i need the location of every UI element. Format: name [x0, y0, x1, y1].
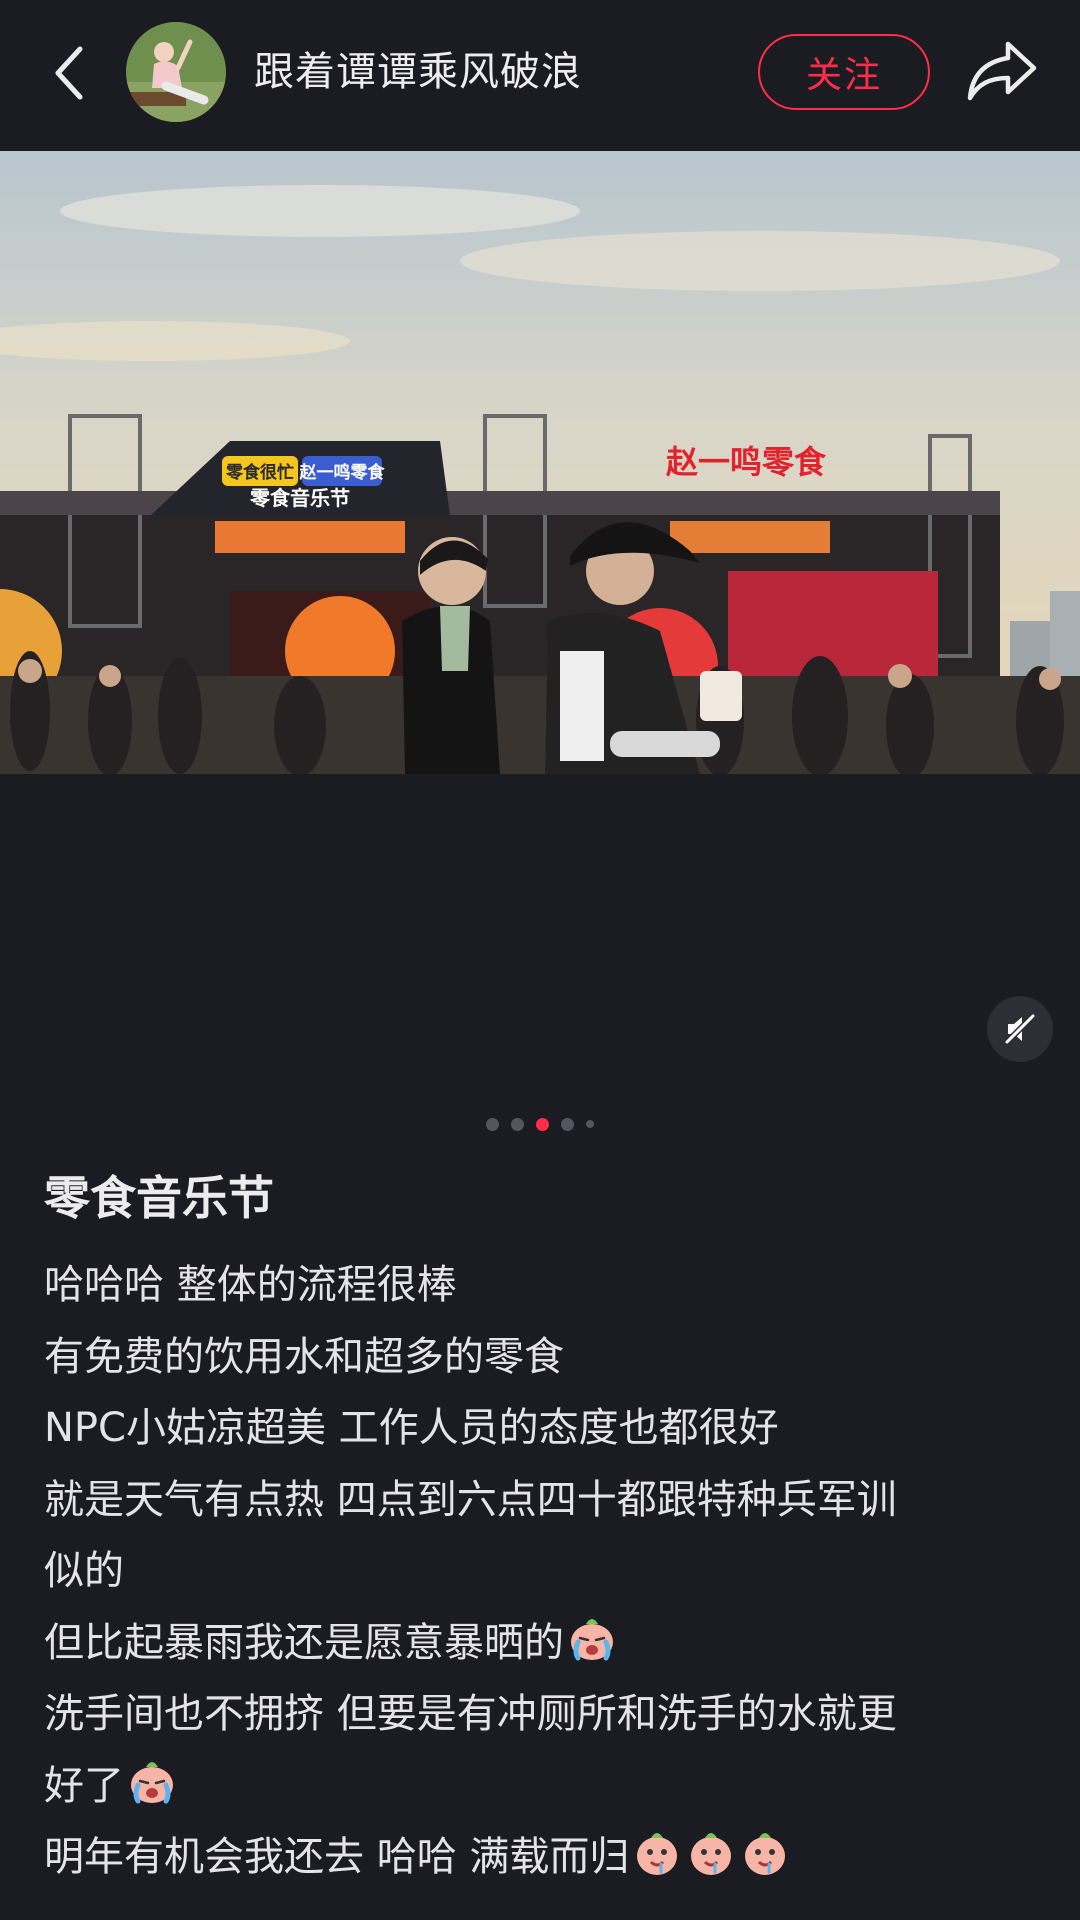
top-bar: 跟着谭谭乘风破浪 关注 — [0, 0, 1080, 150]
note-line: 似的 — [44, 1548, 124, 1594]
note-line: 洗手间也不拥挤 但要是有冲厕所和洗手的水就更 — [44, 1691, 897, 1737]
drooling-face-emoji — [691, 1833, 732, 1875]
chevron-left-icon — [55, 46, 83, 100]
carousel-dot[interactable] — [511, 1117, 524, 1131]
avatar[interactable] — [126, 22, 226, 122]
avatar-image — [126, 22, 226, 122]
share-arrow-icon — [967, 41, 1037, 101]
note-line: 好了 — [44, 1751, 1044, 1823]
crying-face-emoji — [571, 1618, 613, 1660]
carousel-dot[interactable] — [561, 1117, 574, 1131]
stage-sign-3: 零食音乐节 — [249, 486, 350, 510]
note-line: 就是天气有点热 四点到六点四十都跟特种兵军训 — [44, 1476, 897, 1523]
carousel-indicator — [0, 1116, 1080, 1132]
back-button[interactable] — [40, 38, 100, 108]
stage-sign-2: 赵一鸣零食 — [299, 462, 386, 483]
concert-photo: 零食音乐节 零食很忙 赵一鸣零食 赵一鸣零食 — [0, 151, 1080, 774]
note-line: 哈哈哈 整体的流程很棒 — [44, 1262, 457, 1308]
note-line: 明年有机会我还去 哈哈 满载而归 — [44, 1822, 1044, 1894]
carousel-dot[interactable] — [586, 1120, 594, 1128]
carousel-dot-active[interactable] — [536, 1117, 549, 1131]
mute-button[interactable] — [987, 996, 1053, 1062]
note-line: 但比起暴雨我还是愿意暴晒的 — [44, 1608, 1044, 1680]
crying-face-emoji — [131, 1761, 173, 1803]
note-line: NPC小姑凉超美 工作人员的态度也都很好 — [44, 1405, 779, 1451]
drooling-face-emoji — [637, 1833, 678, 1875]
share-button[interactable] — [964, 36, 1040, 106]
drooling-face-emoji — [745, 1833, 786, 1875]
stage-sign-right: 赵一鸣零食 — [666, 443, 827, 481]
note-line: 有免费的饮用水和超多的零食 — [44, 1333, 564, 1380]
carousel-dot[interactable] — [486, 1117, 499, 1131]
follow-button[interactable]: 关注 — [758, 34, 930, 110]
speaker-muted-icon — [1004, 1013, 1036, 1045]
post-photo[interactable]: 零食音乐节 零食很忙 赵一鸣零食 赵一鸣零食 — [0, 151, 1080, 774]
stage-sign-1: 零食很忙 — [225, 462, 294, 483]
author-name[interactable]: 跟着谭谭乘风破浪 — [254, 44, 582, 100]
note-title: 零食音乐节 — [44, 1171, 274, 1225]
note-body: 哈哈哈 整体的流程很棒 有免费的饮用水和超多的零食 NPC小姑凉超美 工作人员的… — [44, 1250, 1044, 1894]
